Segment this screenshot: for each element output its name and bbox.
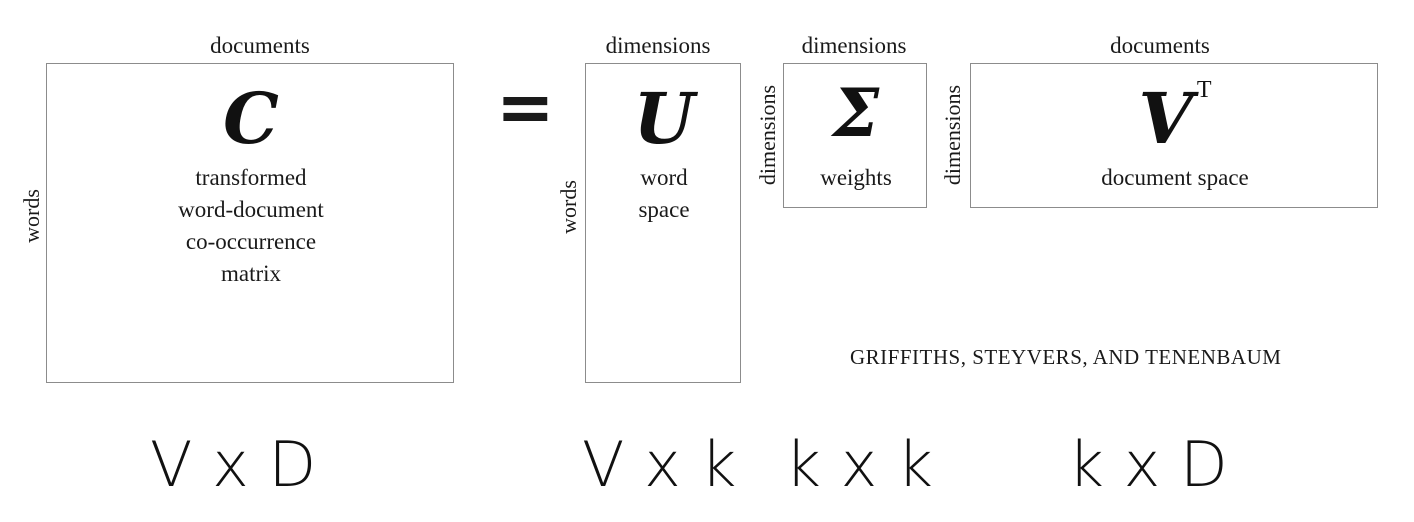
dimension-label-u: V x k xyxy=(582,428,737,501)
matrix-sigma-description: weights xyxy=(784,162,928,194)
matrix-c-top-label: documents xyxy=(210,33,310,58)
matrix-sigma-top-label: dimensions xyxy=(801,33,907,58)
matrix-u-symbol: U xyxy=(633,77,695,160)
matrix-c-side-label: words xyxy=(19,189,44,243)
matrix-u-description: word space xyxy=(586,162,742,226)
matrix-v-symbol: VT xyxy=(971,78,1379,154)
matrix-sigma-side-label: dimensions xyxy=(755,84,780,186)
matrix-u-top-label: dimensions xyxy=(605,33,711,58)
matrix-u-box: U word space xyxy=(585,63,741,383)
matrix-sigma-desc-line: weights xyxy=(820,165,892,190)
equals-sign: = xyxy=(496,66,555,148)
matrix-sigma-symbol: Σ xyxy=(832,74,880,152)
matrix-v-transpose-superscript: T xyxy=(1196,77,1212,103)
matrix-c-box: C transformed word-document co-occurrenc… xyxy=(46,63,454,383)
dimension-label-v: k x D xyxy=(1068,428,1228,501)
matrix-sigma-box: Σ weights xyxy=(783,63,927,208)
matrix-v-side-label: dimensions xyxy=(940,84,965,186)
matrix-c-desc-line: matrix xyxy=(220,261,282,286)
matrix-u-desc-line: space xyxy=(638,197,690,222)
matrix-u-side-label: words xyxy=(556,180,581,234)
matrix-c-desc-line: transformed xyxy=(195,165,307,190)
matrix-v-description: document space xyxy=(971,162,1379,194)
credit-text: GRIFFITHS, STEYVERS, AND TENENBAUM xyxy=(850,345,1282,369)
dimension-label-c: V x D xyxy=(150,428,317,501)
matrix-v-desc-line: document space xyxy=(1101,165,1249,190)
matrix-v-top-label: documents xyxy=(1110,33,1210,58)
matrix-c-description: transformed word-document co-occurrence … xyxy=(47,162,455,290)
matrix-v-box: VT document space xyxy=(970,63,1378,208)
matrix-v-symbol-letter: V xyxy=(1138,77,1193,160)
matrix-c-symbol: C xyxy=(223,77,279,160)
dimension-label-sigma: k x k xyxy=(785,428,933,501)
matrix-c-desc-line: co-occurrence xyxy=(185,229,317,254)
matrix-c-desc-line: word-document xyxy=(178,197,324,222)
matrix-u-desc-line: word xyxy=(640,165,688,190)
